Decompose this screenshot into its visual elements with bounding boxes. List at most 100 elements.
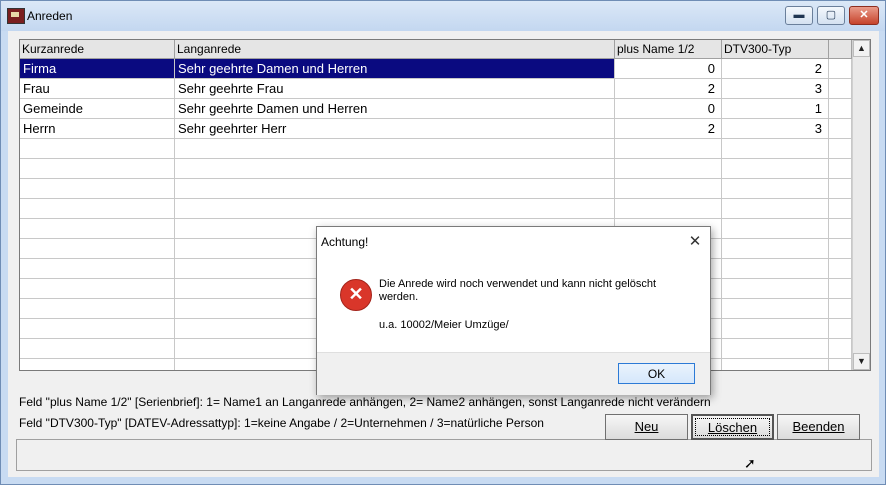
error-icon: ✕ — [340, 279, 372, 311]
cell-typ[interactable] — [722, 239, 829, 259]
cell-kurz[interactable] — [20, 319, 175, 339]
dialog-detail: u.a. 10002/Meier Umzüge/ — [379, 319, 509, 331]
maximize-button[interactable]: ▢ — [817, 6, 845, 25]
cell-typ[interactable]: 2 — [722, 59, 829, 79]
window-title: Anreden — [27, 9, 73, 23]
cell-plus[interactable] — [615, 199, 722, 219]
empty-table-row[interactable] — [20, 139, 852, 159]
cell-plus[interactable]: 0 — [615, 59, 722, 79]
app-icon — [7, 8, 25, 24]
cell-typ[interactable]: 1 — [722, 99, 829, 119]
cell-kurz[interactable] — [20, 279, 175, 299]
cell-kurz[interactable] — [20, 139, 175, 159]
cell-typ[interactable] — [722, 299, 829, 319]
cell-lang[interactable]: Sehr geehrte Damen und Herren — [175, 59, 615, 79]
column-header-dtv300-typ[interactable]: DTV300-Typ — [722, 40, 829, 59]
cell-typ[interactable]: 3 — [722, 119, 829, 139]
hint-dtv300-typ: Feld "DTV300-Typ" [DATEV-Adressattyp]: 1… — [19, 416, 544, 430]
cell-spacer — [829, 119, 852, 139]
loeschen-button-label: Löschen — [707, 420, 758, 435]
vertical-scrollbar[interactable]: ▲ ▼ — [852, 40, 870, 370]
close-button[interactable]: ✕ — [849, 6, 879, 25]
column-header-spacer — [829, 40, 852, 59]
cell-plus[interactable]: 0 — [615, 99, 722, 119]
minimize-button[interactable]: ▬ — [785, 6, 813, 25]
cell-lang[interactable]: Sehr geehrter Herr — [175, 119, 615, 139]
cell-spacer — [829, 339, 852, 359]
cell-spacer — [829, 139, 852, 159]
cell-typ[interactable] — [722, 339, 829, 359]
cell-spacer — [829, 279, 852, 299]
column-header-langanrede[interactable]: Langanrede — [175, 40, 615, 59]
warning-dialog: Achtung! ✕ ✕ Die Anrede wird noch verwen… — [316, 226, 711, 395]
table-row[interactable]: Herrn Sehr geehrter Herr 2 3 — [20, 119, 852, 139]
cell-plus[interactable] — [615, 179, 722, 199]
cell-kurz[interactable]: Gemeinde — [20, 99, 175, 119]
cell-lang[interactable] — [175, 199, 615, 219]
neu-button[interactable]: Neu — [605, 414, 688, 440]
scroll-down-button[interactable]: ▼ — [853, 353, 870, 370]
cell-kurz[interactable] — [20, 299, 175, 319]
cell-spacer — [829, 319, 852, 339]
table-row[interactable]: Gemeinde Sehr geehrte Damen und Herren 0 1 — [20, 99, 852, 119]
column-header-plus-name[interactable]: plus Name 1/2 — [615, 40, 722, 59]
cell-kurz[interactable] — [20, 219, 175, 239]
neu-button-label: Neu — [634, 419, 659, 434]
empty-table-row[interactable] — [20, 159, 852, 179]
cell-kurz[interactable]: Frau — [20, 79, 175, 99]
cell-spacer — [829, 299, 852, 319]
cell-typ[interactable] — [722, 219, 829, 239]
cell-spacer — [829, 179, 852, 199]
cell-typ[interactable] — [722, 319, 829, 339]
cell-spacer — [829, 239, 852, 259]
cell-lang[interactable]: Sehr geehrte Damen und Herren — [175, 99, 615, 119]
scroll-up-button[interactable]: ▲ — [853, 40, 870, 57]
cell-spacer — [829, 99, 852, 119]
cell-typ[interactable] — [722, 139, 829, 159]
empty-table-row[interactable] — [20, 179, 852, 199]
cell-typ[interactable] — [722, 199, 829, 219]
cell-typ[interactable] — [722, 359, 829, 370]
cell-typ[interactable] — [722, 179, 829, 199]
cell-spacer — [829, 79, 852, 99]
cell-lang[interactable] — [175, 179, 615, 199]
cell-plus[interactable] — [615, 159, 722, 179]
cell-lang[interactable] — [175, 159, 615, 179]
cell-kurz[interactable] — [20, 159, 175, 179]
ok-button[interactable]: OK — [618, 363, 695, 384]
cell-typ[interactable] — [722, 159, 829, 179]
beenden-button[interactable]: Beenden — [777, 414, 860, 440]
empty-table-row[interactable] — [20, 199, 852, 219]
cell-kurz[interactable] — [20, 239, 175, 259]
cell-plus[interactable]: 2 — [615, 119, 722, 139]
cell-lang[interactable] — [175, 139, 615, 159]
title-bar[interactable]: Anreden ▬ ▢ ✕ — [1, 1, 885, 31]
loeschen-button[interactable]: Löschen — [691, 414, 774, 440]
column-header-kurzanrede[interactable]: Kurzanrede — [20, 40, 175, 59]
cell-spacer — [829, 219, 852, 239]
cell-kurz[interactable] — [20, 199, 175, 219]
dialog-close-icon[interactable]: ✕ — [687, 232, 703, 250]
cell-kurz[interactable] — [20, 179, 175, 199]
cell-kurz[interactable] — [20, 359, 175, 370]
cell-typ[interactable] — [722, 279, 829, 299]
cell-plus[interactable] — [615, 139, 722, 159]
hint-plus-name: Feld "plus Name 1/2" [Serienbrief]: 1= N… — [19, 395, 711, 409]
cell-kurz[interactable]: Firma — [20, 59, 175, 79]
beenden-button-label: Beenden — [792, 419, 845, 434]
cell-spacer — [829, 259, 852, 279]
cell-kurz[interactable] — [20, 339, 175, 359]
cell-typ[interactable]: 3 — [722, 79, 829, 99]
table-row[interactable]: Frau Sehr geehrte Frau 2 3 — [20, 79, 852, 99]
cell-spacer — [829, 159, 852, 179]
cell-lang[interactable]: Sehr geehrte Frau — [175, 79, 615, 99]
main-window: Anreden ▬ ▢ ✕ Kurzanrede Langanrede plus… — [0, 0, 886, 485]
table-row[interactable]: Firma Sehr geehrte Damen und Herren 0 2 — [20, 59, 852, 79]
cell-kurz[interactable]: Herrn — [20, 119, 175, 139]
cell-plus[interactable]: 2 — [615, 79, 722, 99]
dialog-message: Die Anrede wird noch verwendet und kann … — [379, 278, 657, 303]
cell-spacer — [829, 359, 852, 370]
cell-typ[interactable] — [722, 259, 829, 279]
cell-spacer — [829, 199, 852, 219]
cell-kurz[interactable] — [20, 259, 175, 279]
